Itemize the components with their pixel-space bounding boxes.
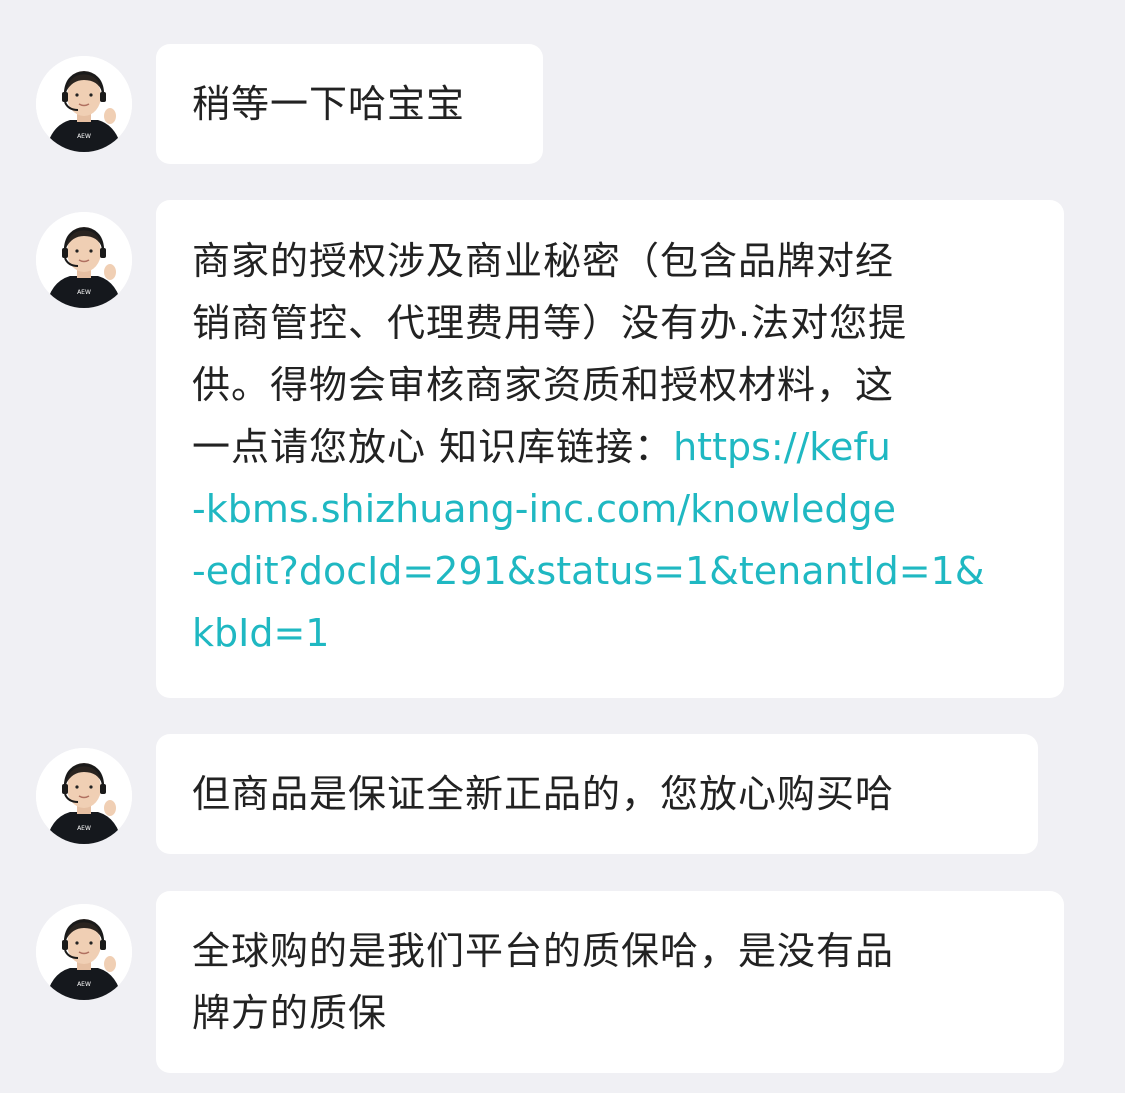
message-text: 但商品是保证全新正品的，您放心购买哈 <box>192 772 895 816</box>
message-text: 商家的授权涉及商业秘密（包含品牌对经 <box>192 239 895 283</box>
message-bubble[interactable]: 但商品是保证全新正品的，您放心购买哈 <box>156 734 1038 854</box>
message-text: 牌方的质保 <box>192 991 388 1035</box>
message-text: 供。得物会审核商家资质和授权材料，这 <box>192 363 895 407</box>
message-bubble[interactable]: 全球购的是我们平台的质保哈，是没有品 牌方的质保 <box>156 891 1064 1073</box>
message-text: 稍等一下哈宝宝 <box>192 82 466 126</box>
agent-avatar-icon[interactable]: AEW <box>36 212 132 308</box>
message-text-with-link: 一点请您放心 知识库链接：https://kefu <box>192 416 1028 478</box>
message-bubble[interactable]: 商家的授权涉及商业秘密（包含品牌对经 销商管控、代理费用等）没有办.法对您提 供… <box>156 200 1064 698</box>
agent-avatar-icon[interactable]: AEW <box>36 56 132 152</box>
agent-avatar-icon[interactable]: AEW <box>36 904 132 1000</box>
agent-avatar-icon[interactable]: AEW <box>36 748 132 844</box>
knowledge-base-link[interactable]: -kbms.shizhuang-inc.com/knowledge <box>192 478 1028 540</box>
shirt-text: AEW <box>77 133 91 140</box>
shirt-text: AEW <box>77 289 91 296</box>
knowledge-base-link[interactable]: -edit?docId=291&status=1&tenantId=1& <box>192 540 1028 602</box>
shirt-text: AEW <box>77 825 91 832</box>
shirt-text: AEW <box>77 981 91 988</box>
knowledge-base-link[interactable]: https://kefu <box>673 425 891 469</box>
knowledge-base-link[interactable]: kbId=1 <box>192 602 1028 664</box>
message-text: 一点请您放心 知识库链接： <box>192 425 674 469</box>
message-text: 销商管控、代理费用等）没有办.法对您提 <box>192 301 908 345</box>
message-bubble[interactable]: 稍等一下哈宝宝 <box>156 44 543 164</box>
message-text: 全球购的是我们平台的质保哈，是没有品 <box>192 929 895 973</box>
